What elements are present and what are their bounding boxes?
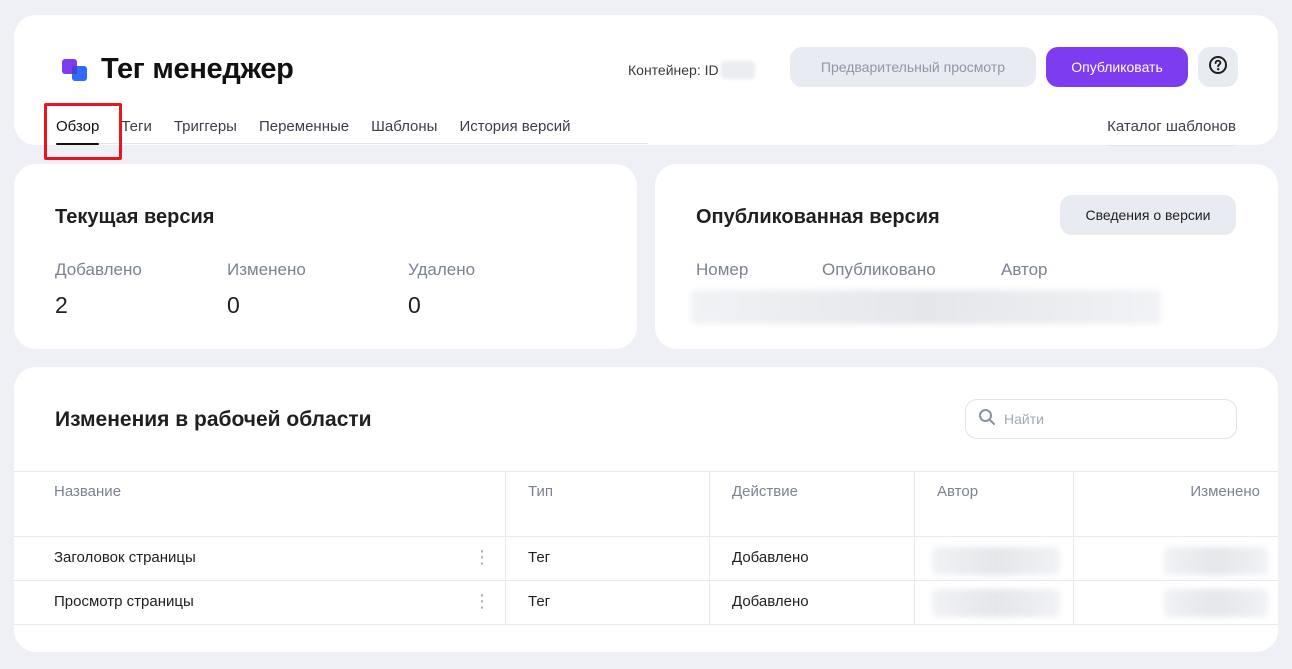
row-author-redacted [932, 547, 1060, 575]
more-vertical-icon[interactable]: ⋮ [473, 548, 491, 566]
row-modified-redacted [1164, 547, 1268, 575]
publish-button[interactable]: Опубликовать [1046, 47, 1188, 87]
app-title: Тег менеджер [101, 53, 294, 85]
search-field[interactable] [965, 399, 1237, 439]
template-catalog-link[interactable]: Каталог шаблонов [1107, 118, 1236, 146]
col-header-type[interactable]: Тип [528, 483, 553, 500]
row-name[interactable]: Заголовок страницы [54, 549, 196, 566]
published-col-date: Опубликовано [822, 260, 936, 279]
tab-variables[interactable]: Переменные [259, 118, 349, 145]
tag-manager-logo-icon [61, 56, 89, 84]
table-bottom-border [14, 624, 1278, 625]
table-col-divider [505, 471, 506, 624]
published-version-title: Опубликованная версия [696, 206, 940, 228]
row-type: Тег [528, 593, 551, 610]
table-top-border [14, 471, 1278, 472]
table-col-divider [709, 471, 710, 624]
search-icon [978, 408, 996, 431]
col-header-author[interactable]: Автор [937, 483, 978, 500]
stat-deleted-label: Удалено [408, 260, 476, 279]
more-vertical-icon[interactable]: ⋮ [473, 592, 491, 610]
row-action: Добавлено [732, 549, 809, 566]
table-header-border [14, 536, 1278, 537]
tab-triggers[interactable]: Триггеры [174, 118, 237, 145]
row-type: Тег [528, 549, 551, 566]
container-id: Контейнер: ID [628, 61, 755, 79]
stat-changed-value: 0 [227, 292, 240, 318]
container-id-label: Контейнер: ID [628, 62, 719, 78]
tab-overview[interactable]: Обзор [56, 118, 100, 145]
preview-button[interactable]: Предварительный просмотр [790, 47, 1036, 87]
row-modified-redacted [1164, 589, 1268, 617]
version-details-button[interactable]: Сведения о версии [1060, 195, 1236, 235]
row-author-redacted [932, 589, 1060, 617]
row-action: Добавлено [732, 593, 809, 610]
col-header-modified[interactable]: Изменено [1190, 483, 1260, 500]
container-id-value-redacted [720, 61, 755, 79]
published-version-card: Опубликованная версия Сведения о версии … [655, 164, 1278, 349]
current-version-title: Текущая версия [55, 206, 215, 228]
help-button[interactable] [1198, 47, 1238, 87]
stat-changed-label: Изменено [227, 260, 306, 279]
col-header-name[interactable]: Название [54, 483, 121, 500]
row-name[interactable]: Просмотр страницы [54, 593, 194, 610]
tab-version-history[interactable]: История версий [459, 118, 570, 145]
header-card: Тег менеджер Контейнер: ID Предварительн… [14, 15, 1278, 160]
workspace-changes-card: Изменения в рабочей области Название Тип… [14, 367, 1278, 652]
question-circle-icon [1208, 55, 1228, 80]
table-col-divider [1073, 471, 1074, 624]
published-values-redacted [691, 290, 1161, 324]
table-row-border [14, 580, 1278, 581]
current-version-card: Текущая версия Добавлено 2 Изменено 0 Уд… [14, 164, 637, 349]
published-col-number: Номер [696, 260, 749, 279]
nav-tabs: Обзор Теги Триггеры Переменные Шаблоны И… [56, 118, 593, 145]
stat-added-label: Добавлено [55, 260, 142, 279]
search-input[interactable] [1004, 411, 1204, 427]
published-col-author: Автор [1001, 260, 1048, 279]
tab-tags[interactable]: Теги [121, 118, 152, 145]
app-logo[interactable]: Тег менеджер [61, 53, 294, 86]
stat-added-value: 2 [55, 292, 68, 318]
tab-templates[interactable]: Шаблоны [371, 118, 437, 145]
stat-deleted-value: 0 [408, 292, 421, 318]
workspace-changes-title: Изменения в рабочей области [55, 408, 372, 431]
col-header-action[interactable]: Действие [732, 483, 798, 500]
table-col-divider [914, 471, 915, 624]
